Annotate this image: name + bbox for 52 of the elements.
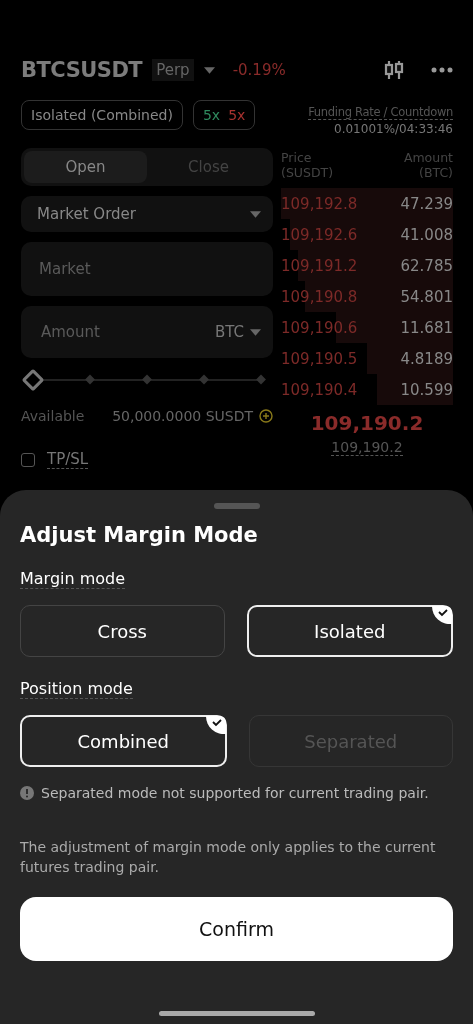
caret-icon (250, 210, 261, 218)
check-icon (432, 606, 452, 624)
price-column-header: Price (SUSDT) (281, 150, 334, 180)
funding-rate-label[interactable]: Funding Rate / Countdown (308, 105, 453, 120)
ask-amount: 47.239 (400, 194, 453, 213)
warning-icon (20, 786, 34, 800)
leverage-value: 5x (202, 107, 221, 123)
price-field[interactable]: Market (21, 242, 273, 296)
drag-handle[interactable] (213, 503, 260, 509)
ask-amount: 10.599 (400, 380, 453, 399)
amount-field[interactable]: Amount BTC (21, 306, 273, 358)
leverage-value: 5x (228, 107, 246, 123)
amount-input[interactable]: Amount (39, 322, 209, 342)
mode-option[interactable]: Cross (20, 605, 225, 657)
warning-text: Separated mode not supported for current trading pair. (41, 785, 429, 801)
sheet-title: Adjust Margin Mode (20, 523, 259, 547)
leverage-tag[interactable]: 5x 5x (192, 100, 256, 130)
check-icon (205, 716, 226, 734)
symbol-title: BTCSUSDT (21, 58, 143, 82)
candlestick-icon[interactable] (383, 60, 405, 80)
ask-amount: 54.801 (400, 287, 453, 306)
ask-amount: 11.681 (400, 318, 453, 337)
caret-icon[interactable] (203, 66, 215, 74)
available-label: Available (21, 408, 86, 424)
ask-price[interactable]: 109,190.6 (281, 318, 358, 337)
amount-column-header: Amount (BTC) (403, 150, 453, 180)
caret-icon (250, 328, 261, 336)
ask-amount: 4.8189 (400, 349, 453, 368)
perp-badge: Perp (152, 59, 194, 81)
add-icon[interactable] (259, 409, 273, 423)
ask-price[interactable]: 109,190.4 (281, 380, 358, 399)
mode-option[interactable]: Isolated (246, 605, 453, 657)
ask-amount: 62.785 (400, 256, 453, 275)
order-tab[interactable]: Open (24, 151, 147, 183)
last-price: 109,190.2 (310, 411, 424, 435)
more-icon[interactable] (431, 67, 453, 73)
funding-rate-value: 0.01001%/04:33:46 (334, 122, 453, 136)
note-text: The adjustment of margin mode only applies to the current futures trading pair. (20, 838, 437, 877)
mark-price: 109,190.2 (331, 439, 403, 456)
tpsl-label[interactable]: TP/SL (47, 450, 89, 469)
tpsl-checkbox[interactable] (21, 452, 35, 467)
section-label: Position mode (20, 679, 133, 699)
available-balance: 50,000.0000 SUSDT (112, 408, 253, 424)
unit-dropdown[interactable]: BTC (214, 323, 261, 341)
order-type-dropdown[interactable]: Market Order (21, 196, 273, 232)
mode-option[interactable]: Combined (20, 715, 227, 767)
ask-amount: 41.008 (400, 225, 453, 244)
section-label: Margin mode (20, 569, 126, 589)
margin-mode-tag[interactable]: Isolated (Combined) (21, 100, 183, 130)
confirm-button[interactable]: Confirm (20, 897, 453, 961)
price-change: -0.19% (232, 61, 286, 79)
ask-price[interactable]: 109,190.5 (281, 349, 358, 368)
